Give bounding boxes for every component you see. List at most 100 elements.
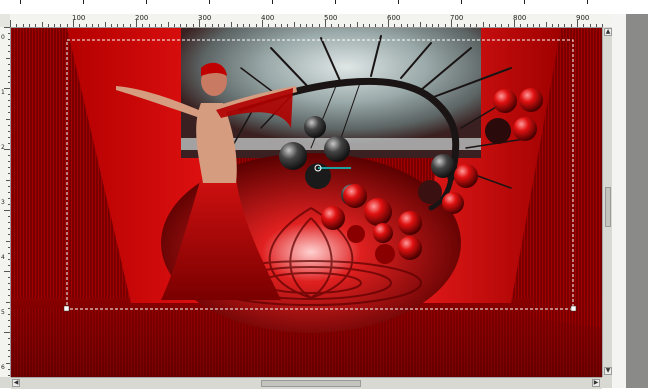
vertical-ruler[interactable]: 0 1 2 3 4 5 6 [0,27,11,377]
ruler-tick [8,155,10,157]
horizontal-ruler[interactable]: 100 200 300 400 500 600 700 800 900 [10,14,612,28]
top-tick [20,0,21,4]
ruler-tick [375,24,377,27]
ruler-tick [8,191,10,193]
scroll-left-button[interactable]: ◀ [12,379,20,387]
scroll-right-button[interactable]: ▶ [592,379,600,387]
ruler-tick [28,24,30,27]
ruler-tick [8,222,10,224]
ruler-tick [507,24,509,27]
ruler-tick [186,24,188,27]
horizontal-scrollbar[interactable]: ◀ ▶ [11,377,602,389]
top-tick [272,0,273,4]
ruler-tick [8,307,10,309]
ruler-tick [6,118,10,120]
ruler-tick [8,368,10,370]
ruler-tick [10,20,11,27]
ruler-tick [8,356,10,358]
ruler-tick [60,24,62,27]
ruler-tick [217,24,219,27]
ruler-tick [211,24,213,27]
ruler-tick [8,106,10,108]
ruler-tick [595,24,597,27]
ruler-tick [8,161,10,163]
vertical-scroll-thumb[interactable] [605,187,611,227]
scroll-down-button[interactable]: ▼ [604,367,612,375]
ruler-label: 300 [198,14,212,22]
image-canvas[interactable] [11,28,602,377]
ruler-tick [22,24,24,27]
ruler-tick [476,24,478,27]
panel-divider [626,14,648,388]
ruler-tick [8,69,10,71]
ruler-label: 4 [1,254,5,261]
ruler-tick [16,24,18,27]
ruler-label: 500 [324,14,338,22]
ruler-tick [243,24,245,27]
ruler-tick [8,39,10,41]
ruler-tick [249,24,251,27]
marquee-handle[interactable] [570,305,577,312]
ruler-tick [343,24,345,27]
ruler-tick [8,197,10,199]
ruler-tick [8,277,10,279]
ruler-tick [180,24,182,27]
ruler-label: 1 [1,89,5,96]
ruler-tick [110,24,112,27]
marquee-handle[interactable] [63,305,70,312]
ruler-tick [469,24,471,27]
ruler-tick [6,179,10,181]
ruler-tick [8,130,10,132]
ruler-tick [8,100,10,102]
ruler-label: 6 [1,364,5,371]
ruler-tick [91,24,93,27]
top-tick [335,0,336,4]
ruler-tick [8,136,10,138]
scrollbar-corner [602,377,612,388]
ruler-label: 600 [387,14,401,22]
ruler-tick [8,252,10,254]
ruler-tick [4,210,10,211]
ruler-tick [413,24,415,27]
ruler-tick [205,24,207,27]
ruler-tick [8,344,10,346]
ruler-tick [255,24,257,27]
ruler-tick [570,24,572,27]
ruler-tick [8,203,10,205]
artwork [11,28,602,377]
ruler-label: 2 [1,144,5,151]
ruler-tick [318,24,320,27]
ruler-tick [6,57,10,59]
ruler-tick [306,24,308,27]
ruler-tick [6,362,10,364]
ruler-tick [8,246,10,248]
ruler-tick [4,271,10,272]
ruler-tick [123,24,125,27]
ruler-tick [6,240,10,242]
top-tick [398,0,399,4]
ruler-tick [532,24,534,27]
ruler-label: 5 [1,309,5,316]
ruler-tick [54,24,56,27]
ruler-tick [6,301,10,303]
ruler-tick [457,24,459,27]
ruler-tick [8,325,10,327]
horizontal-scroll-thumb[interactable] [261,380,361,387]
ruler-tick [299,24,301,27]
right-side-panel [612,14,648,388]
ruler-tick [495,24,497,27]
ruler-tick [8,234,10,236]
ruler-tick [8,167,10,169]
ruler-tick [8,51,10,53]
ruler-tick [8,289,10,291]
ruler-tick [463,24,465,27]
ruler-tick [104,22,106,27]
top-tick [461,0,462,4]
ruler-tick [438,24,440,27]
ruler-tick [488,24,490,27]
ruler-tick [545,22,547,27]
ruler-tick [4,27,10,28]
ruler-tick [8,185,10,187]
ruler-tick [526,24,528,27]
scroll-up-button[interactable]: ▲ [604,28,612,36]
